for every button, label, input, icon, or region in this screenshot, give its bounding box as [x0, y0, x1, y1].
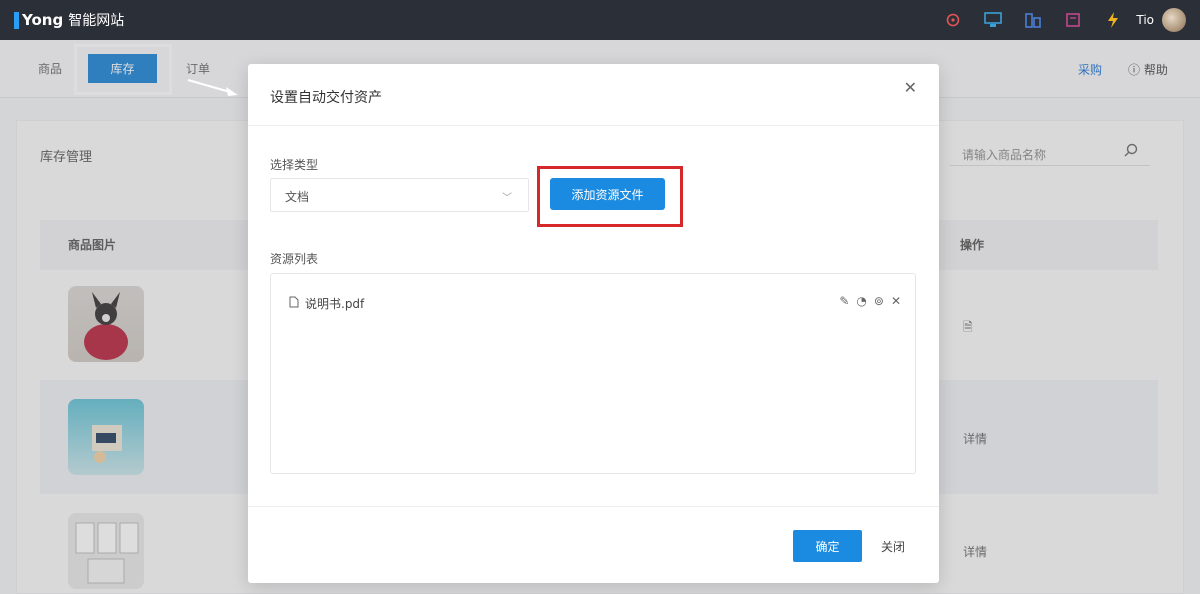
app-logo[interactable]: Yong 智能网站 — [14, 10, 124, 30]
download-icon[interactable]: ⊚ — [874, 294, 884, 308]
resource-list: 说明书.pdf ✎ ◔ ⊚ ✕ — [270, 273, 916, 474]
home-icon[interactable] — [944, 11, 962, 29]
top-icons: Tio — [944, 8, 1186, 32]
resource-list-label: 资源列表 — [270, 252, 319, 266]
lightning-icon[interactable] — [1104, 11, 1122, 29]
cancel-button[interactable]: 关闭 — [872, 530, 914, 562]
file-name: 说明书.pdf — [305, 297, 365, 311]
logo-subtitle: 智能网站 — [68, 13, 125, 29]
type-select-value: 文档 — [285, 190, 310, 204]
user-name[interactable]: Tio — [1136, 13, 1154, 27]
dialog-title: 设置自动交付资产 — [270, 90, 382, 106]
type-select[interactable]: 文档 ﹀ — [270, 178, 529, 212]
avatar[interactable] — [1162, 8, 1186, 32]
list-item[interactable]: 说明书.pdf — [289, 295, 364, 312]
clock-icon[interactable]: ◔ — [856, 294, 866, 308]
edit-icon[interactable]: ✎ — [839, 294, 849, 308]
confirm-button[interactable]: 确定 — [793, 530, 862, 562]
delete-icon[interactable]: ✕ — [891, 294, 901, 308]
chevron-down-icon: ﹀ — [502, 193, 512, 204]
close-icon[interactable]: ✕ — [904, 78, 917, 97]
calendar-icon[interactable] — [1064, 11, 1082, 29]
logo-text: Yong — [22, 11, 64, 29]
auto-delivery-dialog: 设置自动交付资产 ✕ 选择类型 文档 ﹀ 添加资源文件 资源列表 说明书.pdf… — [248, 64, 939, 583]
building-icon[interactable] — [1024, 11, 1042, 29]
type-label: 选择类型 — [270, 158, 319, 172]
logo-mark-icon — [14, 11, 19, 29]
pointer-arrow-icon — [187, 79, 238, 96]
file-icon — [289, 296, 299, 311]
highlight-frame — [537, 166, 683, 227]
file-actions: ✎ ◔ ⊚ ✕ — [839, 294, 901, 308]
monitor-icon[interactable] — [984, 11, 1003, 29]
top-bar: Yong 智能网站 Tio — [0, 0, 1200, 40]
dialog-header: 设置自动交付资产 ✕ — [248, 64, 939, 126]
